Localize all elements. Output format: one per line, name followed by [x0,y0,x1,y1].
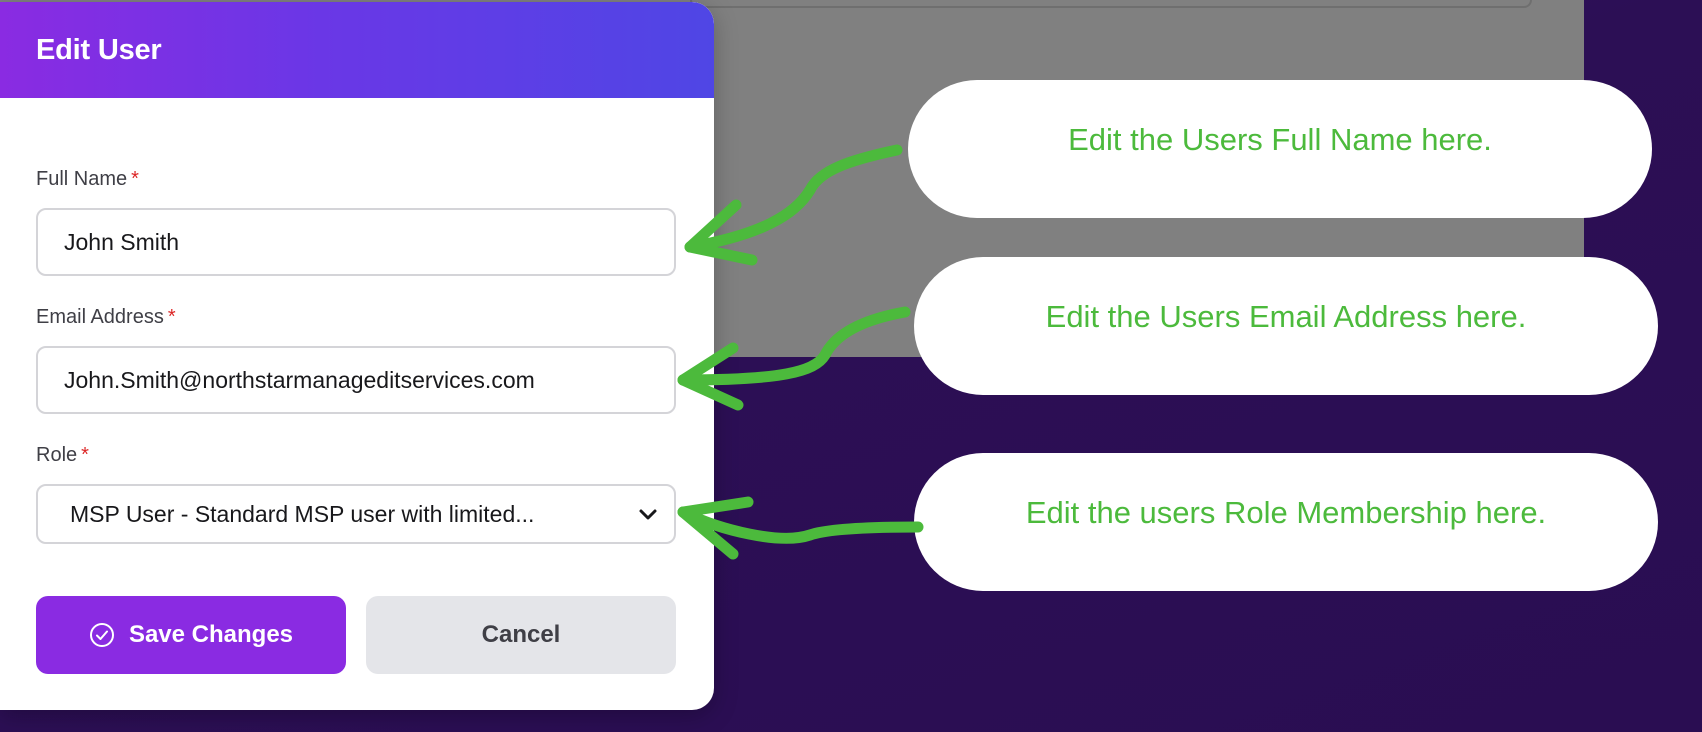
annotation-arrows [677,144,924,560]
arrow-to-role [677,496,924,560]
arrow-to-full-name [684,144,903,266]
arrow-to-email [677,306,911,411]
